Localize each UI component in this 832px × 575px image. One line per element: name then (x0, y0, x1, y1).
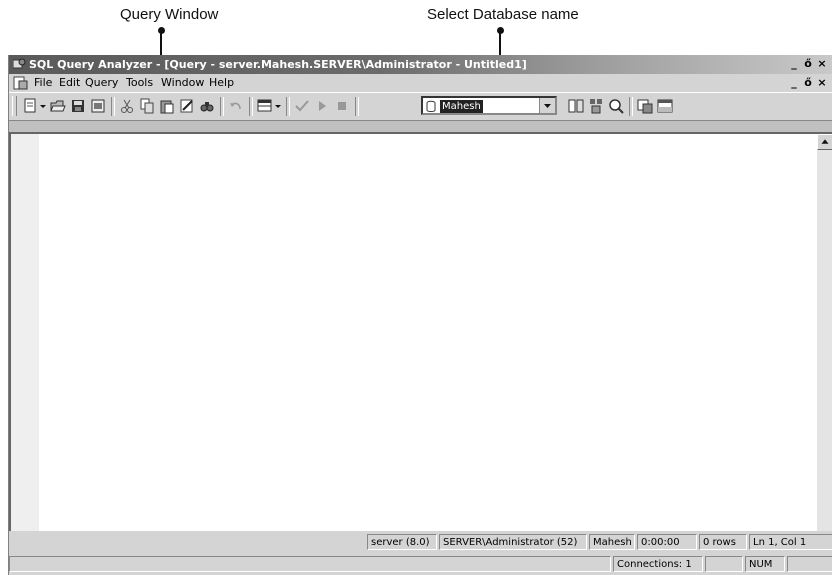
status-user: SERVER\Administrator (52) (439, 534, 587, 550)
new-query-icon[interactable] (21, 97, 39, 115)
show-results-pane-icon[interactable] (656, 97, 674, 115)
database-select[interactable]: Mahesh (421, 96, 557, 115)
menu-query[interactable]: Query (82, 74, 121, 92)
child-close-button[interactable]: × (815, 76, 829, 90)
results-dropdown-icon[interactable] (274, 97, 282, 115)
database-select-value: Mahesh (440, 100, 483, 113)
window-title: SQL Query Analyzer - [Query - server.Mah… (29, 58, 527, 71)
scroll-up-icon[interactable] (817, 134, 832, 150)
menu-file[interactable]: File (31, 74, 55, 92)
clear-window-icon[interactable] (178, 97, 196, 115)
toolbar: Mahesh (9, 92, 832, 121)
save-icon[interactable] (69, 97, 87, 115)
object-browser-icon[interactable] (567, 97, 585, 115)
menu-bar: File Edit Query Tools Window Help _ ő × (9, 74, 832, 92)
menu-tools[interactable]: Tools (123, 74, 156, 92)
parse-checkmark-icon[interactable] (293, 97, 311, 115)
execute-icon[interactable] (313, 97, 331, 115)
select-database-callout: Select Database name (427, 6, 579, 23)
toolbar-separator (220, 97, 224, 116)
status-bar: server (8.0) SERVER\Administrator (52) M… (9, 531, 832, 553)
open-folder-icon[interactable] (49, 97, 67, 115)
title-bar[interactable]: SQL Query Analyzer - [Query - server.Mah… (9, 55, 832, 74)
status-empty-panel (787, 556, 832, 572)
minimize-button[interactable]: _ (787, 57, 801, 71)
toolbar-separator (286, 97, 290, 116)
status-bar-secondary: Connections: 1 NUM (9, 553, 832, 575)
menu-edit[interactable]: Edit (56, 74, 83, 92)
toolbar-separator (249, 97, 253, 116)
query-window-callout: Query Window (120, 6, 219, 23)
toolbar-separator (629, 97, 633, 116)
document-icon[interactable] (13, 76, 28, 90)
status-elapsed-time: 0:00:00 (637, 534, 697, 550)
results-grid-icon[interactable] (256, 97, 274, 115)
status-num-lock: NUM (745, 556, 785, 572)
new-dropdown-icon[interactable] (39, 97, 47, 115)
status-server: server (8.0) (367, 534, 437, 550)
execution-plan-icon[interactable] (607, 97, 625, 115)
toolbar-separator (111, 97, 115, 116)
load-script-icon[interactable] (89, 97, 107, 115)
vertical-scrollbar[interactable] (817, 134, 832, 558)
status-database: Mahesh (589, 534, 635, 550)
status-row-count: 0 rows (699, 534, 747, 550)
find-icon[interactable] (198, 97, 216, 115)
toolbar-grip[interactable] (12, 96, 17, 116)
query-editor[interactable] (9, 132, 832, 570)
maximize-button[interactable]: ő (801, 57, 815, 71)
child-restore-button[interactable]: ő (801, 76, 815, 90)
status-message-panel (9, 556, 611, 572)
toolbar-separator (355, 97, 359, 116)
object-search-icon[interactable] (587, 97, 605, 115)
menu-window[interactable]: Window (158, 74, 207, 92)
current-connection-icon[interactable] (636, 97, 654, 115)
undo-icon[interactable] (227, 97, 245, 115)
query-analyzer-window: SQL Query Analyzer - [Query - server.Mah… (8, 55, 832, 575)
paste-icon[interactable] (158, 97, 176, 115)
database-icon (426, 100, 436, 112)
editor-gutter (11, 134, 39, 558)
status-empty-panel (705, 556, 743, 572)
child-minimize-button[interactable]: _ (787, 76, 801, 90)
status-cursor-position: Ln 1, Col 1 (749, 534, 832, 550)
copy-icon[interactable] (138, 97, 156, 115)
query-analyzer-icon (13, 58, 26, 69)
cut-icon[interactable] (118, 97, 136, 115)
cancel-query-icon[interactable] (333, 97, 351, 115)
menu-help[interactable]: Help (206, 74, 237, 92)
chevron-down-icon[interactable] (539, 98, 555, 113)
status-connections: Connections: 1 (613, 556, 703, 572)
close-button[interactable]: × (815, 57, 829, 71)
